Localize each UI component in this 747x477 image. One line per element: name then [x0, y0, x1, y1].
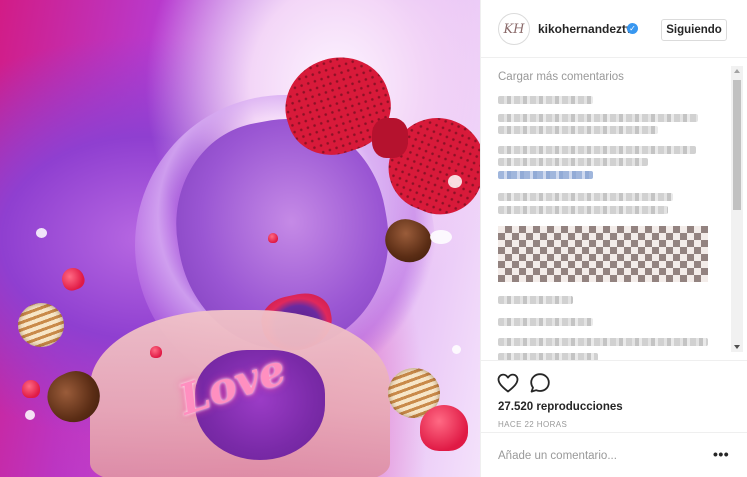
- blurred-comment: [498, 338, 708, 346]
- blurred-comment: [498, 146, 696, 154]
- comments-scrollbar[interactable]: [731, 66, 743, 352]
- blurred-mention: [498, 171, 593, 179]
- white-heart-sticker: [36, 228, 47, 238]
- truffle-sticker: [18, 303, 64, 347]
- white-heart-sticker: [448, 175, 462, 188]
- more-options-icon[interactable]: •••: [713, 447, 729, 461]
- post-timestamp[interactable]: HACE 22 HORAS: [498, 420, 567, 429]
- username-link[interactable]: kikohernandeztv: [538, 22, 633, 36]
- verified-badge-icon: ✓: [627, 23, 638, 34]
- avatar[interactable]: KH: [498, 13, 530, 45]
- post-actions: 27.520 reproducciones HACE 22 HORAS: [481, 360, 747, 432]
- red-heart-sticker: [58, 264, 88, 294]
- add-comment-bar: •••: [481, 432, 747, 477]
- post-side-panel: KH kikohernandeztv ✓ Siguiendo Cargar má…: [480, 0, 747, 477]
- red-heart-sticker: [150, 346, 162, 358]
- pixelated-comment: [498, 226, 708, 282]
- blurred-comment: [498, 114, 698, 122]
- blurred-comment: [498, 296, 573, 304]
- bow-center: [372, 118, 408, 158]
- blurred-comment: [498, 193, 673, 201]
- blurred-comment: [498, 126, 658, 134]
- views-count[interactable]: 27.520 reproducciones: [498, 401, 623, 413]
- load-more-comments-link[interactable]: Cargar más comentarios: [498, 71, 624, 83]
- blurred-comment: [498, 318, 593, 326]
- blurred-comment: [498, 206, 668, 214]
- blurred-comment: [498, 158, 648, 166]
- following-button[interactable]: Siguiendo: [661, 19, 727, 41]
- like-heart-icon[interactable]: [496, 371, 520, 395]
- scroll-down-arrow-icon[interactable]: [734, 345, 740, 349]
- blurred-comment: [498, 96, 593, 104]
- comment-bubble-icon[interactable]: [528, 371, 552, 395]
- post-video[interactable]: Love: [0, 0, 480, 477]
- post-header: KH kikohernandeztv ✓ Siguiendo: [481, 0, 747, 58]
- blurred-comment: [498, 353, 598, 360]
- scroll-up-arrow-icon[interactable]: [734, 69, 740, 73]
- white-heart-sticker: [25, 410, 35, 420]
- white-heart-sticker: [452, 345, 461, 354]
- red-heart-sticker: [22, 380, 40, 398]
- white-heart-sticker: [430, 230, 452, 244]
- comment-input[interactable]: [498, 445, 703, 467]
- red-heart-sticker: [420, 405, 468, 451]
- red-heart-sticker: [268, 233, 278, 243]
- comments-list[interactable]: Cargar más comentarios: [481, 58, 747, 360]
- scroll-thumb[interactable]: [733, 80, 741, 210]
